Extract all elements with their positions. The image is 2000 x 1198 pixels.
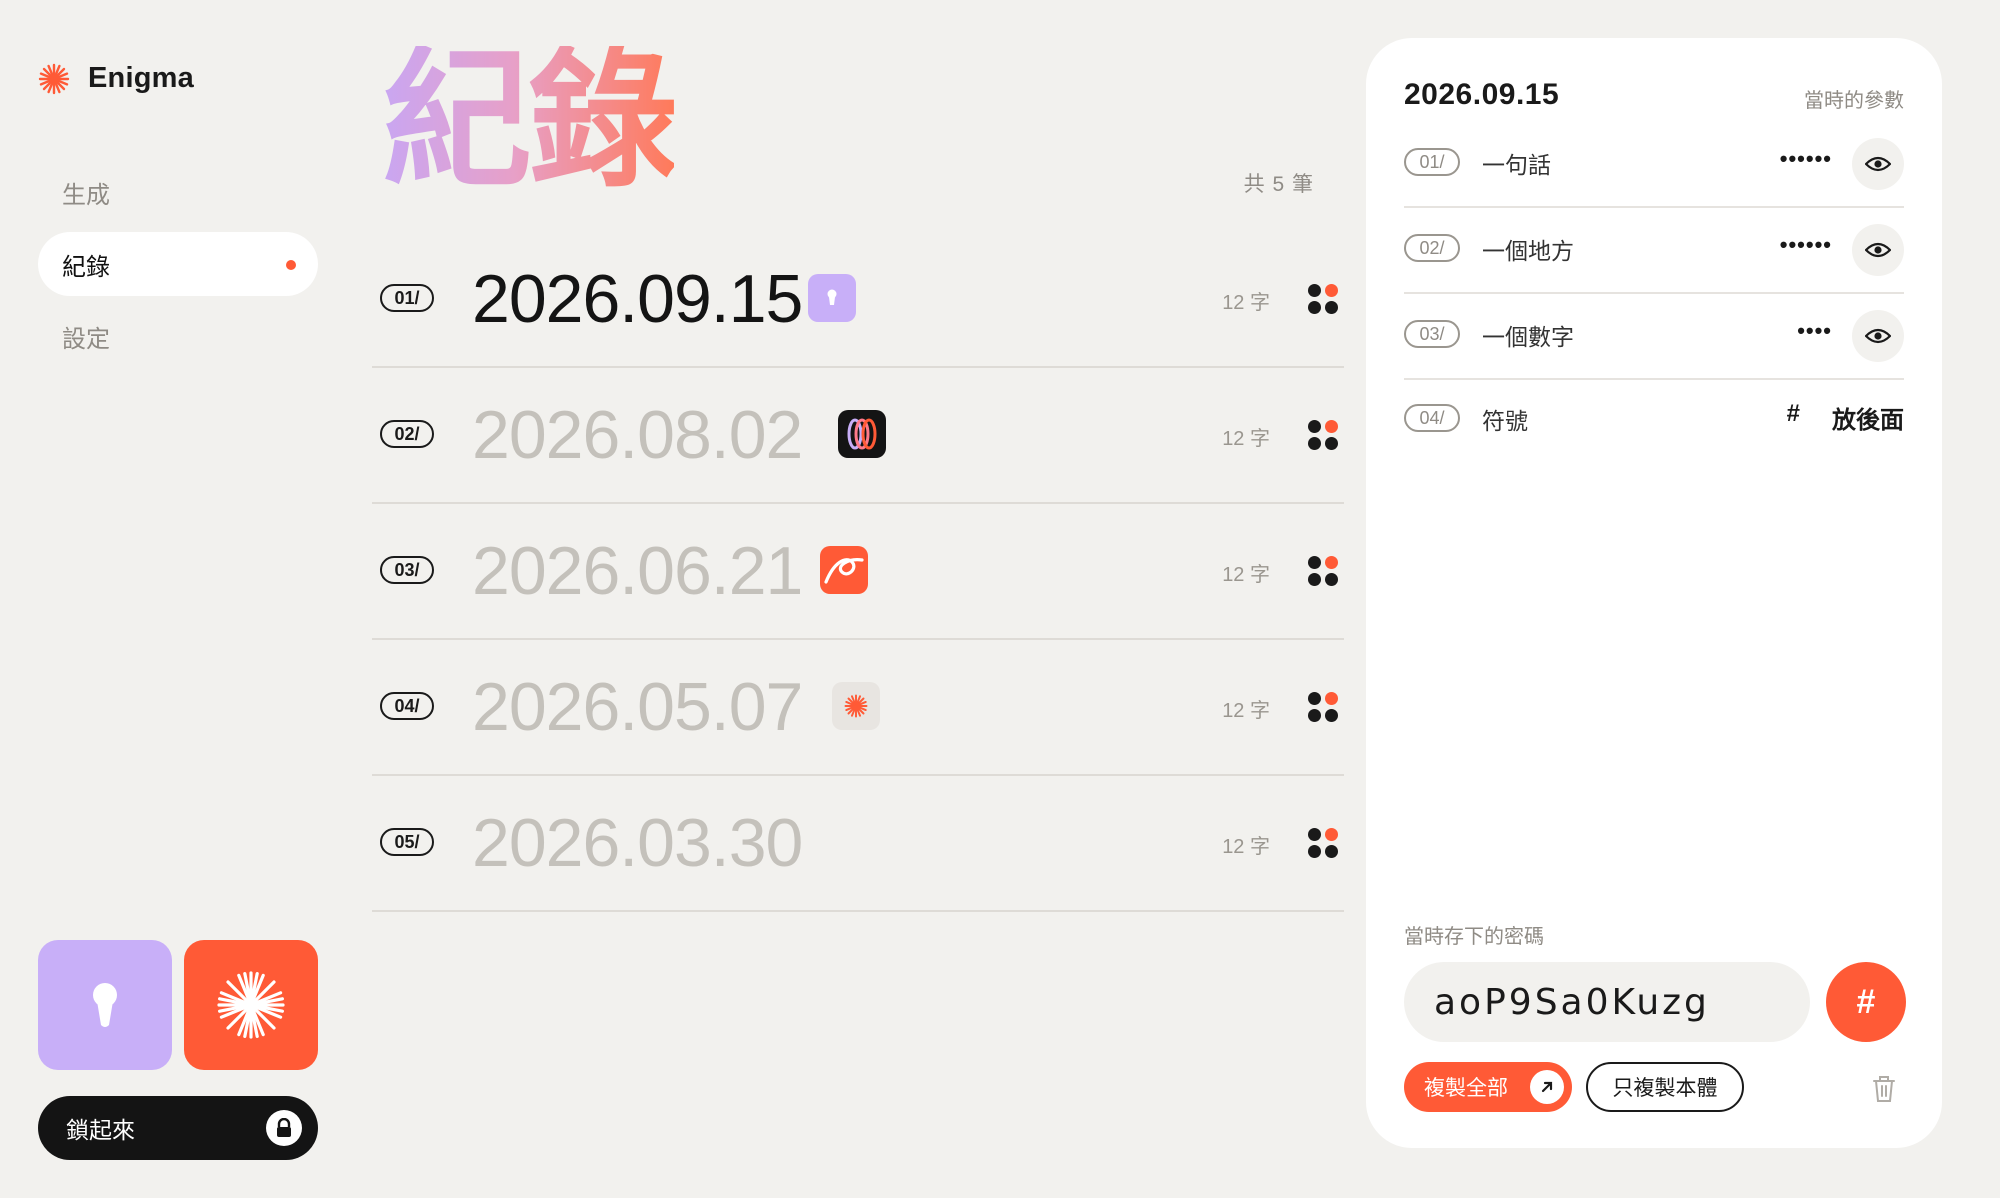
- eye-icon: [1865, 156, 1891, 172]
- record-index: 05/: [380, 828, 434, 856]
- nav-item-label: 設定: [62, 325, 110, 353]
- param-index: 02/: [1404, 234, 1460, 262]
- record-options-icon[interactable]: [1308, 284, 1338, 314]
- record-row[interactable]: 01/ 2026.09.15 12 字: [372, 232, 1344, 368]
- copy-body-button[interactable]: 只複製本體: [1586, 1062, 1744, 1112]
- param-label: 符號: [1482, 408, 1528, 434]
- saved-password-field[interactable]: aoP9Sa0Kuzg: [1404, 962, 1810, 1042]
- sunburst-icon: [217, 971, 285, 1039]
- copy-body-label: 只複製本體: [1612, 1077, 1718, 1100]
- param-masked-value: ••••••: [1779, 232, 1832, 257]
- record-char-count: 12 字: [1222, 428, 1270, 450]
- param-symbol-position: 放後面: [1832, 407, 1904, 434]
- param-row-number: 03/ 一個數字 ••••: [1404, 292, 1904, 380]
- record-index: 01/: [380, 284, 434, 312]
- record-row[interactable]: 03/ 2026.06.21 12 字: [372, 504, 1344, 640]
- record-count: 共 5 筆: [1243, 173, 1314, 196]
- sunburst-icon: [38, 63, 70, 94]
- param-index: 04/: [1404, 404, 1460, 432]
- symbol-toggle-button[interactable]: #: [1826, 962, 1906, 1042]
- param-label: 一個地方: [1482, 238, 1574, 264]
- param-masked-value: ••••: [1797, 318, 1832, 343]
- arrow-up-right-icon: [1530, 1070, 1564, 1104]
- record-date: 2026.09.15: [472, 261, 803, 337]
- record-date: 2026.06.21: [472, 533, 803, 609]
- records-main: 紀錄 共 5 筆 01/ 2026.09.15 12 字 02/ 2026.08…: [372, 0, 1344, 1198]
- reveal-eye-button[interactable]: [1852, 310, 1904, 362]
- record-date: 2026.03.30: [472, 805, 803, 881]
- reveal-eye-button[interactable]: [1852, 224, 1904, 276]
- sidebar: Enigma 生成 紀錄 設定 鎖起來: [0, 0, 340, 1198]
- record-char-count: 12 字: [1222, 836, 1270, 858]
- record-index: 03/: [380, 556, 434, 584]
- quick-tiles: [38, 940, 318, 1070]
- sunburst-badge-icon: [832, 682, 880, 730]
- eye-icon: [1865, 328, 1891, 344]
- record-row[interactable]: 05/ 2026.03.30 12 字: [372, 776, 1344, 912]
- param-index: 03/: [1404, 320, 1460, 348]
- lock-icon: [266, 1110, 302, 1146]
- params-label: 當時的參數: [1804, 90, 1904, 112]
- brand-name: Enigma: [88, 62, 194, 94]
- record-row[interactable]: 02/ 2026.08.02 12 字: [372, 368, 1344, 504]
- record-date: 2026.05.07: [472, 669, 803, 745]
- param-symbol: #: [1786, 400, 1800, 427]
- reveal-eye-button[interactable]: [1852, 138, 1904, 190]
- records-list: 01/ 2026.09.15 12 字 02/ 2026.08.02 12 字: [372, 232, 1344, 912]
- sunburst-tile[interactable]: [184, 940, 318, 1070]
- param-label: 一個數字: [1482, 324, 1574, 350]
- record-options-icon[interactable]: [1308, 828, 1338, 858]
- record-char-count: 12 字: [1222, 564, 1270, 586]
- record-char-count: 12 字: [1222, 292, 1270, 314]
- saved-password-label: 當時存下的密碼: [1404, 926, 1544, 948]
- detail-date: 2026.09.15: [1404, 78, 1560, 111]
- rings-badge-icon: [838, 410, 886, 458]
- nav-menu: 生成 紀錄 設定: [38, 160, 318, 376]
- copy-all-button[interactable]: 複製全部: [1404, 1062, 1572, 1112]
- record-options-icon[interactable]: [1308, 556, 1338, 586]
- param-label: 一句話: [1482, 152, 1551, 178]
- param-row-symbol: 04/ 符號 # 放後面: [1404, 376, 1904, 462]
- param-masked-value: ••••••: [1779, 146, 1832, 171]
- trash-icon[interactable]: [1870, 1074, 1898, 1104]
- lock-button-label: 鎖起來: [66, 1117, 135, 1143]
- nav-item-label: 紀錄: [62, 253, 110, 281]
- nav-item-label: 生成: [62, 181, 110, 209]
- nav-item-generate[interactable]: 生成: [38, 160, 318, 224]
- keyhole-icon: [93, 983, 117, 1027]
- record-index: 04/: [380, 692, 434, 720]
- param-row-place: 02/ 一個地方 ••••••: [1404, 206, 1904, 294]
- record-index: 02/: [380, 420, 434, 448]
- brand[interactable]: Enigma: [38, 62, 194, 95]
- eye-icon: [1865, 242, 1891, 258]
- lock-button[interactable]: 鎖起來: [38, 1096, 318, 1160]
- record-row[interactable]: 04/ 2026.05.07 12 字: [372, 640, 1344, 776]
- record-char-count: 12 字: [1222, 700, 1270, 722]
- keyhole-tile[interactable]: [38, 940, 172, 1070]
- nav-item-records[interactable]: 紀錄: [38, 232, 318, 296]
- param-row-sentence: 01/ 一句話 ••••••: [1404, 120, 1904, 208]
- page-title: 紀錄: [382, 34, 678, 208]
- keyhole-badge-icon: [808, 274, 856, 322]
- active-indicator-dot: [286, 260, 296, 270]
- record-detail-panel: 2026.09.15 當時的參數 01/ 一句話 •••••• 02/ 一個地方…: [1366, 38, 1942, 1148]
- param-index: 01/: [1404, 148, 1460, 176]
- scribble-badge-icon: [820, 546, 868, 594]
- record-date: 2026.08.02: [472, 397, 803, 473]
- record-options-icon[interactable]: [1308, 692, 1338, 722]
- nav-item-settings[interactable]: 設定: [38, 304, 318, 368]
- record-options-icon[interactable]: [1308, 420, 1338, 450]
- copy-all-label: 複製全部: [1424, 1077, 1508, 1100]
